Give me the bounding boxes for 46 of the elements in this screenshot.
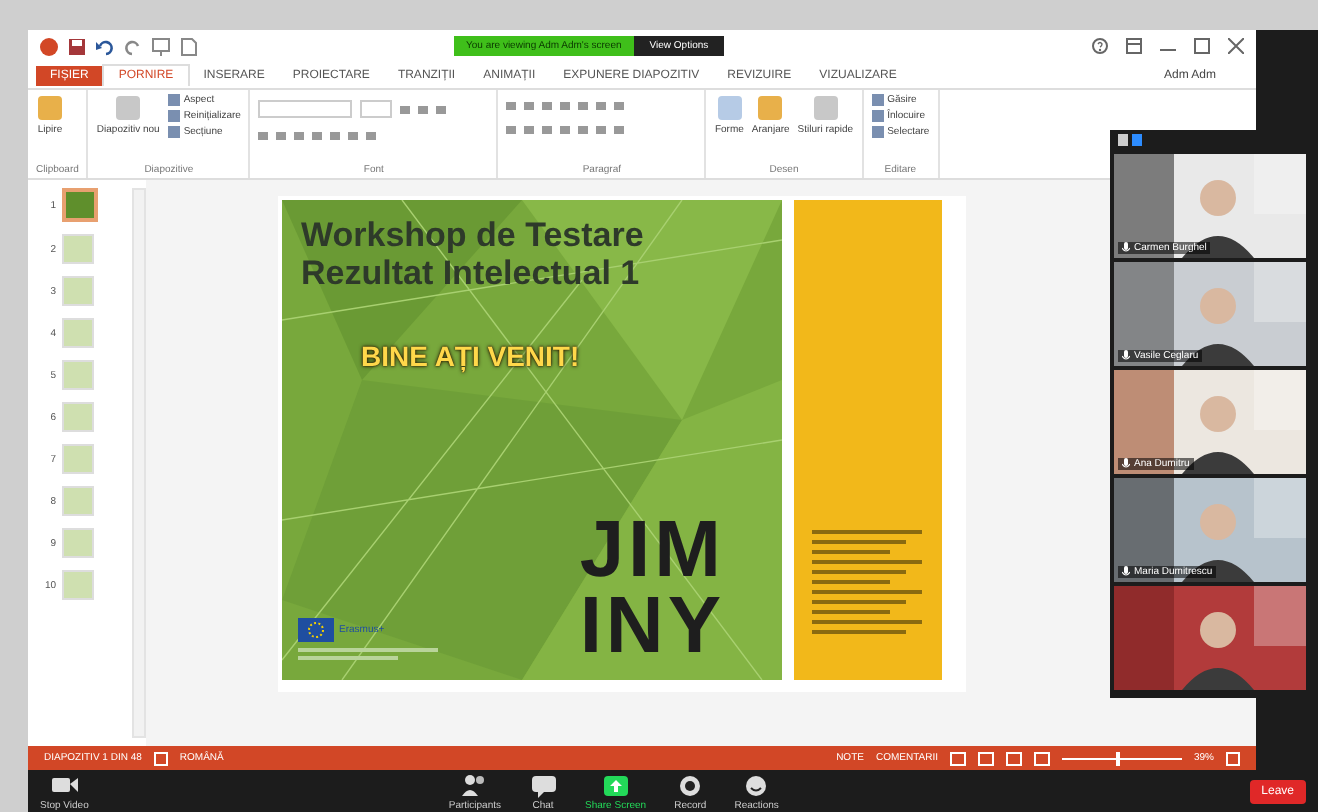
command-icon	[811, 94, 840, 122]
slide-thumbnail[interactable]	[62, 318, 94, 348]
microphone-icon	[1122, 350, 1130, 362]
scrollbar[interactable]	[132, 188, 146, 738]
app-icon	[40, 37, 58, 55]
eu-flag-icon	[297, 618, 333, 642]
slide-thumbnail[interactable]	[62, 360, 94, 390]
slide-title: Workshop de Testare	[301, 216, 646, 254]
maximize-icon[interactable]	[1194, 38, 1210, 54]
text-lines-drawing	[297, 648, 437, 664]
ribbon-options-icon[interactable]	[1126, 38, 1142, 54]
slide-title: Rezultat Intelectual 1	[301, 254, 642, 292]
slide-thumbnail[interactable]	[62, 570, 94, 600]
slider-thumb[interactable]	[1115, 751, 1120, 765]
text-lines-drawing	[812, 530, 922, 640]
welcome-text: BINE AȚI VENIT!	[361, 340, 582, 372]
command-icon	[756, 94, 785, 122]
slide-thumbnail[interactable]	[62, 234, 94, 264]
chat-bubble-icon	[529, 771, 557, 799]
slide-thumbnail[interactable]	[62, 276, 94, 306]
record-icon	[676, 771, 705, 799]
font-size-field[interactable]	[360, 100, 393, 118]
command-icon	[715, 94, 744, 122]
logo-text: JIM	[579, 512, 725, 588]
view-icon[interactable]	[1118, 134, 1142, 146]
new-file-icon[interactable]	[180, 37, 198, 55]
save-icon[interactable]	[68, 37, 86, 55]
slide-thumbnail[interactable]	[62, 188, 98, 222]
font-name-field[interactable]	[258, 100, 353, 118]
people-icon	[460, 771, 489, 799]
close-icon[interactable]	[1228, 38, 1244, 54]
slide-thumbnail[interactable]	[62, 528, 94, 558]
redo-icon[interactable]	[124, 37, 142, 55]
logo-text: INY	[579, 588, 725, 664]
slide-thumbnail[interactable]	[62, 444, 94, 474]
microphone-icon	[1122, 566, 1130, 578]
undo-icon[interactable]	[96, 37, 114, 55]
microphone-icon	[1122, 458, 1130, 470]
slide-thumbnail[interactable]	[62, 402, 94, 432]
slide-thumbnail[interactable]	[62, 486, 94, 516]
smiley-icon	[742, 771, 771, 799]
command-icon	[114, 94, 143, 122]
microphone-icon	[1122, 242, 1130, 254]
share-screen-icon	[601, 771, 630, 799]
help-icon[interactable]	[1092, 38, 1108, 54]
command-icon	[36, 94, 64, 122]
